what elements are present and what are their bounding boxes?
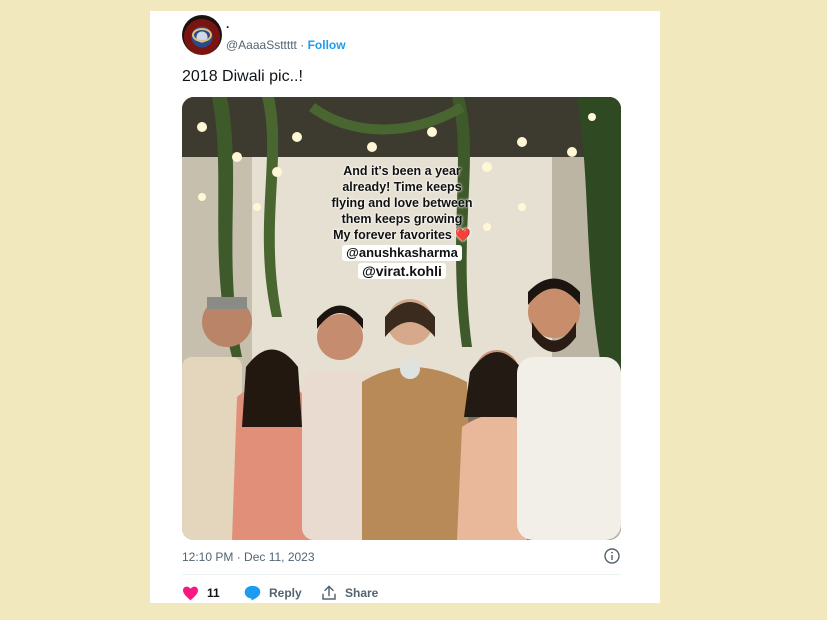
- handle-row: @AaaaSsttttt · Follow: [226, 38, 346, 52]
- heart-emoji: ❤️: [455, 228, 471, 242]
- overlay-line: flying and love between: [331, 196, 473, 210]
- share-button[interactable]: Share: [321, 583, 378, 603]
- display-name[interactable]: .: [226, 17, 229, 31]
- separator-dot: ·: [300, 38, 305, 52]
- tweet-card: . @AaaaSsttttt · Follow 2018 Diwali pic.…: [150, 11, 660, 603]
- share-icon: [322, 585, 336, 600]
- like-button[interactable]: 11: [182, 583, 220, 603]
- tweet-text: 2018 Diwali pic..!: [182, 68, 303, 85]
- info-icon[interactable]: [604, 548, 620, 564]
- reply-button[interactable]: Reply: [244, 583, 302, 603]
- follow-button[interactable]: Follow: [308, 38, 346, 52]
- heart-icon: [183, 586, 198, 600]
- mention-tag: @anushkasharma: [342, 245, 462, 261]
- overlay-line: already! Time keeps: [342, 180, 462, 194]
- story-caption-overlay: And it's been a year already! Time keeps…: [262, 163, 542, 280]
- like-count: 11: [207, 586, 220, 600]
- overlay-line: them keeps growing: [341, 212, 463, 226]
- user-handle[interactable]: @AaaaSsttttt: [226, 38, 297, 52]
- reply-label: Reply: [269, 586, 302, 600]
- overlay-line: My forever favorites: [333, 228, 452, 242]
- divider: [182, 574, 621, 575]
- avatar[interactable]: [182, 15, 222, 55]
- overlay-line: And it's been a year: [343, 164, 461, 178]
- share-label: Share: [345, 586, 379, 600]
- reply-bubble-icon: [244, 585, 261, 601]
- mention-tag: @virat.kohli: [358, 263, 446, 279]
- tweet-timestamp[interactable]: 12:10 PM · Dec 11, 2023: [182, 550, 315, 564]
- tweet-photo[interactable]: And it's been a year already! Time keeps…: [182, 97, 621, 540]
- overlay-line-with-emoji: My forever favorites ❤️: [262, 227, 542, 243]
